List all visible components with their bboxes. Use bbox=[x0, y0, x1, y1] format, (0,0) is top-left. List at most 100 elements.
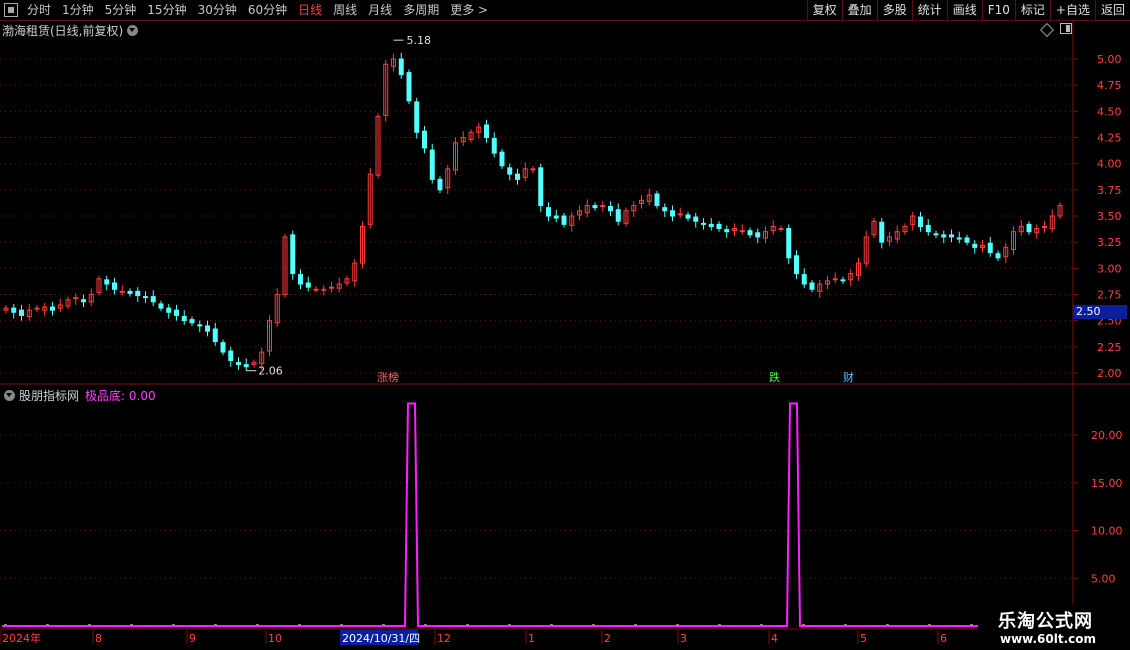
date-label: 5 bbox=[860, 632, 867, 645]
candle-body bbox=[166, 307, 172, 313]
indicator-name: 股朋指标网 bbox=[19, 388, 80, 403]
candle-body bbox=[987, 242, 993, 254]
candle-body bbox=[205, 325, 210, 332]
baseline-marker bbox=[718, 624, 721, 626]
baseline-marker bbox=[886, 624, 889, 626]
baseline-marker bbox=[802, 624, 805, 626]
baseline-marker bbox=[130, 624, 133, 626]
indicator-series bbox=[2, 402, 978, 627]
candle-body bbox=[949, 234, 954, 238]
baseline-marker bbox=[256, 624, 259, 626]
event-marker: 财 bbox=[843, 370, 854, 384]
baseline-marker bbox=[88, 624, 91, 626]
candle-body bbox=[329, 286, 334, 289]
candle-body bbox=[290, 234, 296, 275]
baseline-marker bbox=[508, 624, 511, 626]
candle-body bbox=[956, 237, 962, 240]
price-tick-label: 2.00 bbox=[1097, 367, 1122, 380]
candle-body bbox=[228, 350, 234, 361]
price-axis: 5.00 4.75 4.50 4.25 4.00 3.75 3.50 3.25 3.00 2.75… bbox=[1073, 53, 1123, 585]
candle-body bbox=[778, 228, 784, 231]
candle-body bbox=[236, 362, 241, 366]
baseline-marker bbox=[676, 624, 679, 626]
candle-body bbox=[507, 167, 513, 175]
price-tick-label: 3.25 bbox=[1097, 236, 1122, 249]
candle-body bbox=[693, 216, 699, 222]
chevron-down-icon[interactable] bbox=[127, 24, 139, 36]
candle-body bbox=[747, 230, 753, 236]
candle-body bbox=[321, 288, 327, 291]
candle-body bbox=[484, 124, 489, 139]
grid-lines bbox=[0, 20, 1130, 650]
baseline-marker bbox=[928, 624, 931, 626]
candle-body bbox=[654, 193, 660, 207]
baseline-marker bbox=[466, 624, 469, 626]
low-label: 2.06 bbox=[258, 365, 283, 378]
candle-body bbox=[879, 221, 885, 243]
chevron-down-icon[interactable] bbox=[4, 389, 15, 401]
event-marker: 涨榜 bbox=[377, 370, 399, 384]
indicator-tick-label: 5.00 bbox=[1091, 572, 1116, 585]
candle-body bbox=[701, 222, 706, 225]
candlestick-series bbox=[3, 52, 1063, 371]
baseline-marker bbox=[172, 624, 175, 626]
watermark-title: 乐淘公式网 bbox=[998, 611, 1093, 632]
price-tick-label: 4.75 bbox=[1097, 79, 1122, 92]
date-label: 1 bbox=[528, 632, 535, 645]
candle-body bbox=[189, 319, 195, 324]
price-tick-label: 3.75 bbox=[1097, 184, 1122, 197]
candle-body bbox=[313, 288, 319, 291]
candle-body bbox=[662, 207, 668, 212]
date-label: 8 bbox=[95, 632, 102, 645]
candle-body bbox=[918, 216, 923, 227]
candle-body bbox=[561, 215, 567, 225]
date-label: 10 bbox=[268, 632, 282, 645]
price-tick-label: 2.25 bbox=[1097, 341, 1122, 354]
event-marker: 跌 bbox=[769, 370, 780, 384]
price-tick-label: 3.50 bbox=[1097, 210, 1122, 223]
candle-body bbox=[429, 149, 435, 180]
date-label: 2024/10/31/四 bbox=[342, 632, 420, 645]
candle-body bbox=[197, 324, 203, 327]
candle-body bbox=[104, 279, 110, 285]
candle-body bbox=[708, 223, 714, 227]
candle-body bbox=[972, 243, 978, 248]
baseline-marker bbox=[634, 624, 637, 626]
baseline-marker bbox=[46, 624, 49, 626]
candle-body bbox=[305, 282, 311, 288]
baseline-marker bbox=[340, 624, 343, 626]
candle-body bbox=[174, 309, 179, 316]
candle-body bbox=[832, 278, 838, 281]
candle-body bbox=[414, 101, 420, 133]
price-tick-label: 2.75 bbox=[1097, 289, 1122, 302]
candle-body bbox=[181, 315, 187, 322]
baseline-marker bbox=[970, 624, 973, 626]
indicator-line bbox=[2, 402, 978, 627]
date-label: 12 bbox=[437, 632, 451, 645]
candle-body bbox=[1026, 223, 1032, 233]
baseline-marker bbox=[4, 624, 7, 626]
candle-body bbox=[150, 296, 156, 303]
baseline-marker bbox=[592, 624, 595, 626]
candle-body bbox=[158, 303, 164, 309]
candle-body bbox=[925, 224, 931, 233]
candle-body bbox=[677, 213, 683, 216]
candle-body bbox=[398, 58, 404, 76]
candle-body bbox=[794, 255, 799, 275]
candle-body bbox=[422, 130, 427, 149]
high-label: 5.18 bbox=[407, 34, 432, 47]
date-label: 4 bbox=[771, 632, 778, 645]
baseline-marker bbox=[760, 624, 763, 626]
candle-body bbox=[491, 138, 497, 154]
date-label: 2024年 bbox=[2, 631, 41, 645]
indicator-tick-label: 10.00 bbox=[1091, 525, 1123, 538]
kline-chart[interactable]: 5.00 4.75 4.50 4.25 4.00 3.75 3.50 3.25 3.00 2.75… bbox=[0, 0, 1130, 650]
candle-body bbox=[995, 253, 1001, 259]
indicator-tick-label: 20.00 bbox=[1091, 429, 1123, 442]
date-axis: 2024年 8 9 10 2024/10/31/四 12 1 2 3 4 5 6 bbox=[0, 630, 947, 645]
candle-body bbox=[220, 342, 226, 353]
candle-body bbox=[964, 237, 970, 243]
candle-body bbox=[592, 205, 598, 209]
panel-toggle-icon[interactable] bbox=[1060, 23, 1072, 34]
candle-body bbox=[716, 223, 722, 230]
